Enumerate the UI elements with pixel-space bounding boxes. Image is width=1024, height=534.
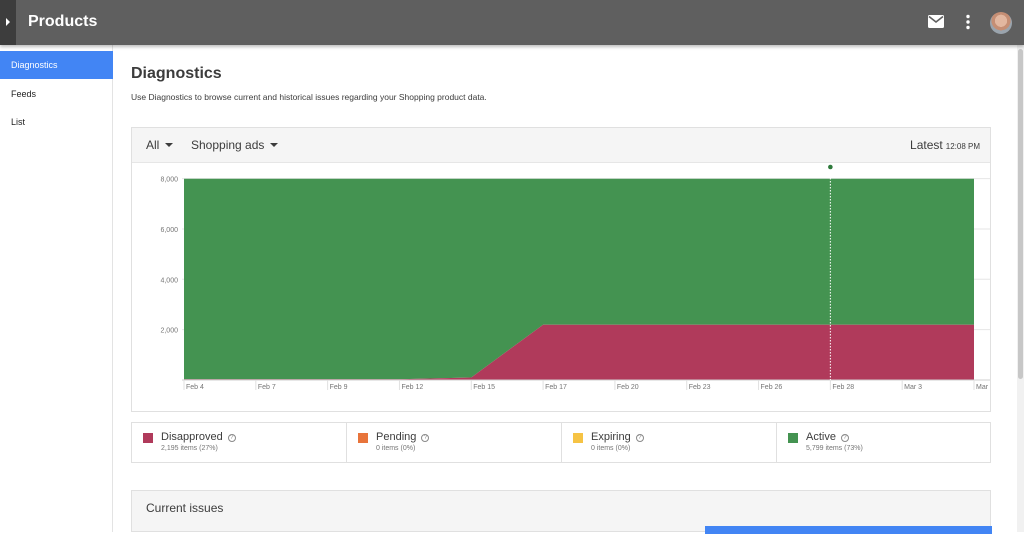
chart-header: All Shopping ads Latest 12:08 PM [132,128,990,163]
legend-count: 0 items (0%) [591,445,631,452]
legend-name: Expiring? [591,431,644,443]
legend-name-text: Disapproved [161,431,223,443]
help-icon[interactable]: ? [840,434,849,442]
x-tick-label: Feb 12 [401,384,423,391]
sidebar-item-feeds[interactable]: Feeds [0,80,113,108]
x-tick-label: Feb 23 [689,384,711,391]
legend-name-text: Expiring [591,431,631,443]
chart-card: All Shopping ads Latest 12:08 PM 2,000 4,0… [131,127,991,412]
current-issues-title: Current issues [146,501,224,515]
avatar[interactable] [990,12,1012,34]
legend-name: Disapproved? [161,431,236,443]
menu-toggle-button[interactable] [0,0,16,45]
legend-count: 5,799 items (73%) [806,445,863,452]
x-tick-label: Feb 15 [473,384,495,391]
main-content: Diagnostics Use Diagnostics to browse cu… [114,45,1017,534]
legend-name-text: Pending [376,431,417,443]
legend-item-expiring[interactable]: Expiring? 0 items (0%) [562,423,777,462]
legend-name-text: Active [806,431,836,443]
product-dropdown-label: Shopping ads [191,138,265,152]
sidebar: Diagnostics Feeds List [0,45,113,532]
x-tick-label: Mar 6 [976,384,990,391]
legend-item-active[interactable]: Active? 5,799 items (73%) [777,423,990,462]
mail-icon[interactable] [928,15,944,28]
x-tick-label: Feb 17 [545,384,567,391]
legend-name: Active? [806,431,849,443]
x-tick-label: Mar 3 [904,384,922,391]
latest-label: Latest [910,138,943,152]
legend-swatch [573,433,583,443]
x-tick-label: Feb 7 [258,384,276,391]
help-icon[interactable]: ? [421,434,430,442]
y-tick-label: 6,000 [160,227,178,234]
scrollbar-thumb[interactable] [1018,49,1023,379]
legend-swatch [143,433,153,443]
sidebar-item-diagnostics[interactable]: Diagnostics [0,51,113,79]
legend-count: 2,195 items (27%) [161,445,218,452]
issues-tab-indicator [705,526,992,534]
x-tick-label: Feb 20 [617,384,639,391]
current-date-dot [828,164,833,170]
legend-name: Pending? [376,431,430,443]
x-tick-label: Feb 26 [761,384,783,391]
legend-count: 0 items (0%) [376,445,416,452]
latest-timestamp: Latest 12:08 PM [910,138,980,152]
help-icon[interactable]: ? [227,434,236,442]
page-description: Use Diagnostics to browse current and hi… [131,92,487,102]
legend-swatch [358,433,368,443]
sidebar-item-list[interactable]: List [0,108,113,136]
caret-right-icon [6,18,10,26]
status-legend: Disapproved? 2,195 items (27%) Pending? … [131,422,991,463]
y-tick-label: 8,000 [160,177,178,184]
more-vert-icon[interactable] [965,14,971,30]
x-tick-label: Feb 9 [330,384,348,391]
y-tick-label: 4,000 [160,277,178,284]
x-tick-label: Feb 28 [832,384,854,391]
legend-item-disapproved[interactable]: Disapproved? 2,195 items (27%) [132,423,347,462]
page-title: Diagnostics [131,65,222,82]
page-scrollbar[interactable] [1017,45,1024,532]
legend-item-pending[interactable]: Pending? 0 items (0%) [347,423,562,462]
app-header: Products [0,0,1024,45]
y-tick-label: 2,000 [160,328,178,335]
scope-dropdown-label: All [146,138,160,152]
legend-swatch [788,433,798,443]
latest-time: 12:08 PM [945,142,980,151]
diagnostics-area-chart: 2,000 4,000 6,000 8,000 Feb 4 Feb 7 Feb 9 Feb 1… [160,164,990,391]
chevron-down-icon [165,143,174,147]
current-issues-card: Current issues [131,490,992,534]
scope-dropdown[interactable]: All [146,138,174,152]
help-icon[interactable]: ? [635,434,644,442]
chevron-down-icon [270,143,279,147]
app-title: Products [28,13,98,30]
product-dropdown[interactable]: Shopping ads [191,138,279,152]
x-tick-label: Feb 4 [186,384,204,391]
